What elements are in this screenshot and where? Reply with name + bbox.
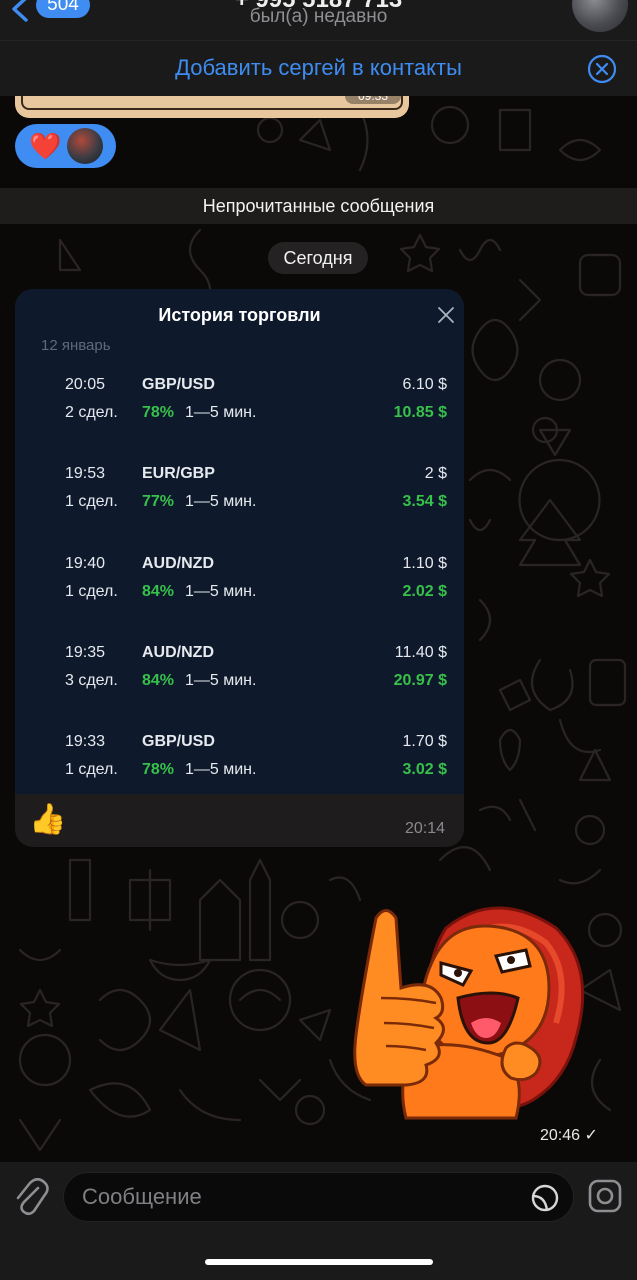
- trade-percent: 84%: [142, 583, 175, 600]
- thumbs-up-emoji: 👍: [29, 803, 67, 836]
- trade-row: 19:35 AUD/NZD 11.40 $ 3 сдел. 84% 1—5 ми…: [15, 644, 464, 704]
- home-indicator[interactable]: [205, 1259, 433, 1265]
- close-circle-icon[interactable]: [586, 53, 618, 85]
- camera-icon[interactable]: [587, 1178, 623, 1214]
- trade-pair: GBP/USD: [142, 733, 215, 750]
- trade-deals: 3 сдел.: [65, 672, 118, 689]
- trade-deals: 1 сдел.: [65, 761, 118, 778]
- add-contact-link[interactable]: Добавить сергей в контакты: [0, 55, 637, 81]
- sticker-icon[interactable]: [530, 1183, 560, 1213]
- chat-status: был(а) недавно: [249, 6, 388, 27]
- trade-duration: 1—5 мин.: [185, 493, 257, 510]
- trade-duration: 1—5 мин.: [185, 583, 257, 600]
- message-text-field[interactable]: [82, 1173, 522, 1221]
- trade-pair: GBP/USD: [142, 376, 215, 393]
- message-bubble[interactable]: История торговли 12 январь 20:05 GBP/USD…: [15, 289, 464, 847]
- close-icon: [438, 307, 454, 323]
- trading-date-header: 12 январь: [41, 337, 111, 354]
- add-contact-bar: Добавить сергей в контакты: [0, 40, 637, 96]
- trade-payout: 10.85 $: [393, 404, 447, 421]
- trade-amount: 11.40 $: [394, 644, 447, 661]
- trade-duration: 1—5 мин.: [185, 761, 257, 778]
- trade-amount: 2 $: [424, 465, 447, 482]
- reactor-avatar: [67, 128, 103, 164]
- previous-message-bubble[interactable]: 09:33: [15, 96, 409, 118]
- thumbs-up-lion-sticker[interactable]: [346, 898, 586, 1120]
- trade-deals: 1 сдел.: [65, 493, 118, 510]
- trade-pair: AUD/NZD: [142, 644, 214, 661]
- trade-payout: 20.97 $: [393, 672, 447, 689]
- trade-amount: 1.10 $: [402, 555, 447, 572]
- trade-duration: 1—5 мин.: [185, 672, 257, 689]
- chat-header: 504 + 995 5187 713 был(а) недавно: [0, 0, 637, 40]
- unread-messages-divider: Непрочитанные сообщения: [0, 188, 637, 224]
- trade-time: 19:40: [65, 555, 106, 572]
- trade-amount: 1.70 $: [402, 733, 447, 750]
- trade-percent: 78%: [142, 761, 175, 778]
- trade-percent: 77%: [142, 493, 175, 510]
- message-time: 20:14: [405, 820, 446, 837]
- trade-payout: 3.54 $: [402, 493, 447, 510]
- trade-deals: 2 сдел.: [65, 404, 118, 421]
- trading-history-screenshot[interactable]: История торговли 12 январь 20:05 GBP/USD…: [15, 289, 464, 794]
- trade-amount: 6.10 $: [402, 376, 447, 393]
- trade-deals: 1 сдел.: [65, 583, 118, 600]
- trade-duration: 1—5 мин.: [185, 404, 257, 421]
- previous-message-time: 09:33: [345, 96, 401, 104]
- heart-icon: ❤️: [29, 131, 62, 161]
- trade-payout: 3.02 $: [402, 761, 447, 778]
- trade-time: 19:35: [65, 644, 106, 661]
- trade-payout: 2.02 $: [402, 583, 447, 600]
- trade-row: 19:40 AUD/NZD 1.10 $ 1 сдел. 84% 1—5 мин…: [15, 555, 464, 615]
- trade-percent: 84%: [142, 672, 175, 689]
- trading-history-title: История торговли: [158, 305, 321, 325]
- date-chip: Сегодня: [268, 242, 368, 274]
- message-reaction[interactable]: ❤️: [15, 124, 116, 168]
- paperclip-icon[interactable]: [14, 1178, 50, 1218]
- message-input[interactable]: [63, 1172, 574, 1222]
- trade-pair: EUR/GBP: [142, 465, 215, 482]
- trade-pair: AUD/NZD: [142, 555, 214, 572]
- sticker-time: 20:46 ✓: [540, 1127, 598, 1144]
- trade-time: 19:53: [65, 465, 106, 482]
- trade-time: 19:33: [65, 733, 106, 750]
- trade-row: 19:33 GBP/USD 1.70 $ 1 сдел. 78% 1—5 мин…: [15, 733, 464, 793]
- trade-row: 19:53 EUR/GBP 2 $ 1 сдел. 77% 1—5 мин. 3…: [15, 465, 464, 525]
- trade-percent: 78%: [142, 404, 175, 421]
- trade-row: 20:05 GBP/USD 6.10 $ 2 сдел. 78% 1—5 мин…: [15, 376, 464, 436]
- trade-time: 20:05: [65, 376, 106, 393]
